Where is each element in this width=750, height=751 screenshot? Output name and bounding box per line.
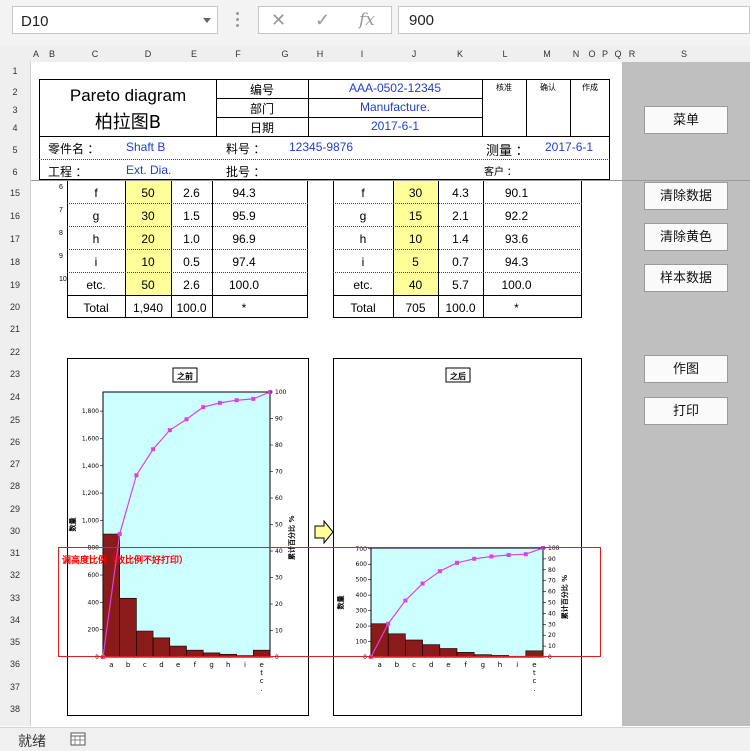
x-tick-label: a (377, 661, 381, 669)
x-tick-label: a (109, 661, 113, 669)
x-tick-label: i (244, 661, 246, 669)
status-ready: 就绪 (18, 733, 46, 749)
y-tick-label: 1,200 (82, 490, 99, 497)
x-tick-label: . (261, 685, 263, 693)
sample-data-button[interactable]: 样本数据 (644, 264, 728, 292)
y-tick-label: 1,800 (82, 408, 99, 415)
clear-yellow-button[interactable]: 清除黄色 (644, 223, 728, 251)
y2-tick-label: 60 (275, 495, 283, 502)
x-tick-label: e (176, 661, 180, 669)
x-tick-label: h (498, 661, 502, 669)
cumulative-point (251, 396, 256, 401)
x-tick-label: b (126, 661, 131, 669)
x-tick-label: f (464, 661, 467, 669)
y2-tick-label: 80 (275, 442, 283, 449)
cumulative-point (234, 398, 239, 403)
y-tick-label: 1,400 (82, 463, 99, 470)
cumulative-point (134, 473, 139, 478)
x-tick-label: e (532, 661, 536, 669)
x-tick-label: e (259, 661, 263, 669)
cumulative-point (201, 405, 206, 410)
x-tick-label: f (194, 661, 197, 669)
x-tick-label: c (412, 661, 416, 669)
x-tick-label: c (143, 661, 147, 669)
x-tick-label: t (533, 669, 536, 677)
x-tick-label: i (516, 661, 518, 669)
x-tick-label: c (260, 677, 264, 685)
cumulative-point (117, 532, 122, 537)
x-tick-label: d (429, 661, 433, 669)
scale-note: 调高度比例（改比例不好打印） (62, 555, 189, 565)
x-tick-label: g (481, 661, 485, 669)
y2-tick-label: 100 (275, 389, 287, 396)
x-tick-label: c (532, 677, 536, 685)
x-tick-label: e (446, 661, 450, 669)
y-tick-label: 1,600 (82, 435, 99, 442)
clear-data-button[interactable]: 清除数据 (644, 182, 728, 210)
chart-title: 之后 (450, 371, 466, 381)
chart-title: 之前 (177, 371, 193, 381)
draw-button[interactable]: 作图 (644, 355, 728, 383)
status-bar: 就绪 (0, 727, 750, 751)
x-tick-label: d (159, 661, 163, 669)
x-tick-label: h (226, 661, 230, 669)
cumulative-point (184, 417, 189, 422)
y2-tick-label: 50 (275, 522, 283, 529)
macro-icon[interactable] (70, 732, 86, 746)
cumulative-point (151, 447, 156, 452)
y-axis-title: 数量 (68, 518, 77, 532)
cumulative-point (167, 428, 172, 433)
x-tick-label: . (533, 685, 535, 693)
y2-tick-label: 90 (275, 416, 283, 423)
y-tick-label: 1,000 (82, 517, 99, 524)
menu-button[interactable]: 菜单 (644, 106, 728, 134)
arrow-right-icon (314, 520, 334, 544)
y2-tick-label: 70 (275, 469, 283, 476)
x-tick-label: b (395, 661, 400, 669)
cumulative-point (217, 400, 222, 405)
x-tick-label: t (260, 669, 263, 677)
print-button[interactable]: 打印 (644, 397, 728, 425)
x-tick-label: g (209, 661, 213, 669)
